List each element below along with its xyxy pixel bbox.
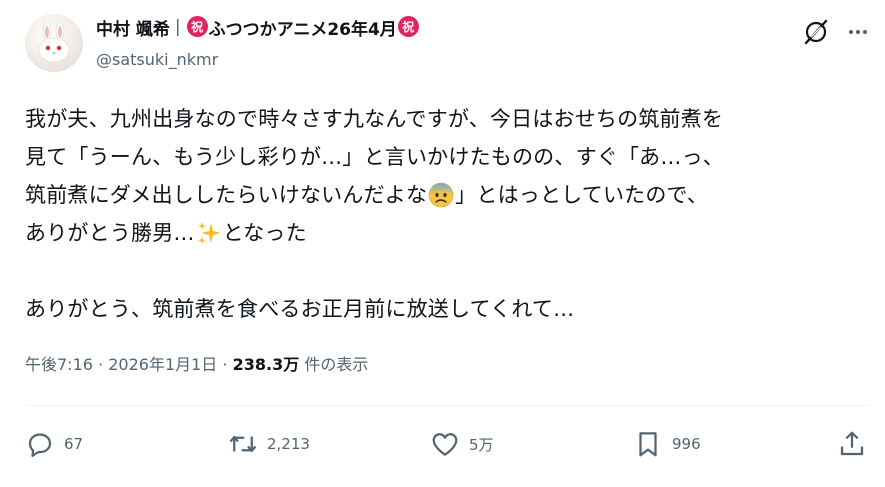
- tweet-line: ありがとう勝男… となった: [25, 214, 870, 252]
- grok-icon[interactable]: [802, 18, 830, 46]
- reply-count: 67: [64, 435, 84, 453]
- tweet-meta: 午後7:16 · 2026年1月1日 · 238.3万 件の表示: [25, 351, 368, 375]
- like-count: 5万: [469, 435, 494, 454]
- tweet-line: 見て「うーん、もう少し彩りが…」と言いかけたものの、すぐ「あ…っ、: [25, 145, 724, 169]
- sparkles-emoji-icon: [197, 222, 221, 244]
- post-date[interactable]: 2026年1月1日: [108, 355, 217, 374]
- like-icon: [432, 433, 458, 456]
- bunny-avatar-icon: [38, 22, 70, 63]
- meta-dot: ·: [98, 355, 104, 374]
- bookmark-count: 996: [672, 435, 701, 453]
- author-handle[interactable]: @satsuki_nkmr: [96, 50, 218, 69]
- post-time[interactable]: 午後7:16: [25, 355, 93, 374]
- celebration-badge-icon: 祝: [397, 15, 419, 37]
- reply-button[interactable]: 67: [25, 422, 83, 466]
- action-bar: 67 2,213 5万 996: [25, 422, 870, 466]
- share-icon[interactable]: [837, 429, 867, 459]
- retweet-button[interactable]: 2,213: [228, 422, 310, 466]
- tweet-line-segment: となった: [222, 221, 307, 245]
- bookmark-button[interactable]: 996: [633, 422, 701, 466]
- views-label: 件の表示: [304, 355, 369, 374]
- tweet-line: 我が夫、九州出身なので時々さす九なんですが、今日はおせちの筑前煮を: [25, 107, 724, 131]
- retweet-count: 2,213: [267, 435, 310, 453]
- author-name-part1: 中村 颯希: [96, 19, 170, 40]
- author-name-part2: ふつつかアニメ26年4月: [208, 19, 397, 40]
- tweet-text: 我が夫、九州出身なので時々さす九なんですが、今日はおせちの筑前煮を 見て「うーん…: [25, 100, 870, 328]
- bookmark-icon: [639, 432, 657, 457]
- celebration-badge-icon: 祝: [186, 15, 208, 37]
- name-separator: |: [174, 17, 181, 37]
- tweet-line-segment: ありがとう勝男…: [25, 221, 195, 245]
- avatar[interactable]: [25, 14, 83, 72]
- like-button[interactable]: 5万: [430, 422, 494, 466]
- tweet-line-segment: 筑前煮にダメ出ししたらいけないんだよな: [25, 183, 428, 207]
- tweet-line: 筑前煮にダメ出ししたらいけないんだよな 」とはっとしていたので、: [25, 176, 870, 214]
- anxious-face-emoji-icon: [428, 182, 454, 208]
- author-name[interactable]: 中村 颯希 | 祝 ふつつかアニメ26年4月 祝: [96, 14, 420, 40]
- tweet-line-segment: 」とはっとしていたので、: [455, 183, 709, 207]
- tweet-line: ありがとう、筑前煮を食べるお正月前に放送してくれて…: [25, 297, 575, 321]
- meta-dot: ·: [222, 355, 228, 374]
- retweet-icon: [229, 436, 257, 452]
- divider: [25, 405, 869, 406]
- views-count: 238.3万: [232, 355, 300, 374]
- reply-icon: [28, 433, 52, 457]
- more-icon[interactable]: [846, 20, 870, 44]
